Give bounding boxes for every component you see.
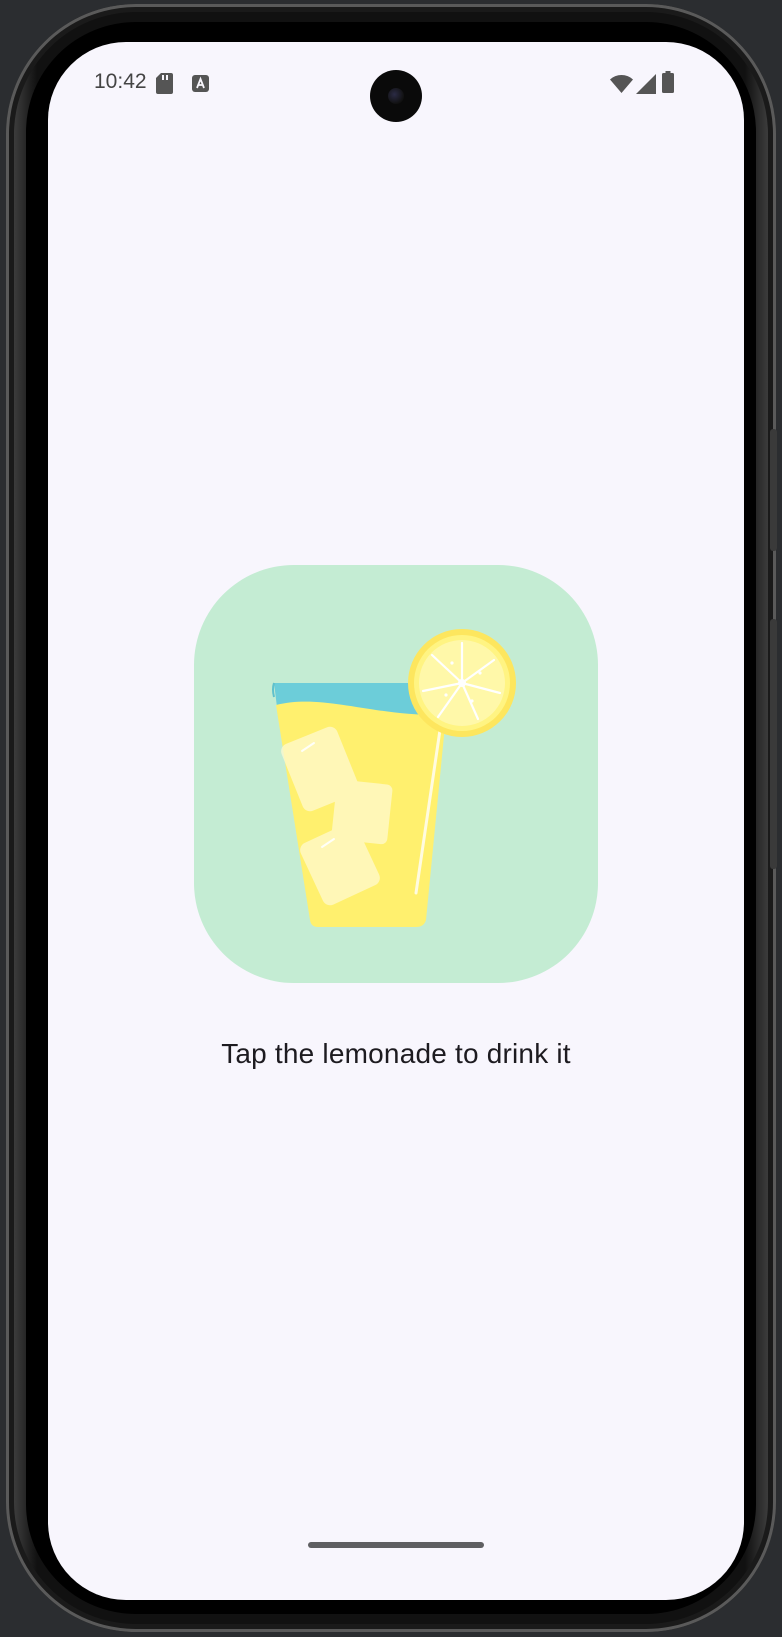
device-frame: 10:42 Tap the lemonade to drink it xyxy=(6,4,777,1632)
gesture-nav-handle[interactable] xyxy=(308,1542,484,1548)
lemonade-app: Tap the lemonade to drink it xyxy=(48,42,744,1600)
lemonade-glass-icon xyxy=(272,629,516,927)
screen: 10:42 Tap the lemonade to drink it xyxy=(48,42,744,1600)
volume-button xyxy=(770,429,777,551)
power-button xyxy=(770,619,777,869)
lemonade-image-button[interactable] xyxy=(194,565,598,983)
instruction-text: Tap the lemonade to drink it xyxy=(221,1038,571,1069)
